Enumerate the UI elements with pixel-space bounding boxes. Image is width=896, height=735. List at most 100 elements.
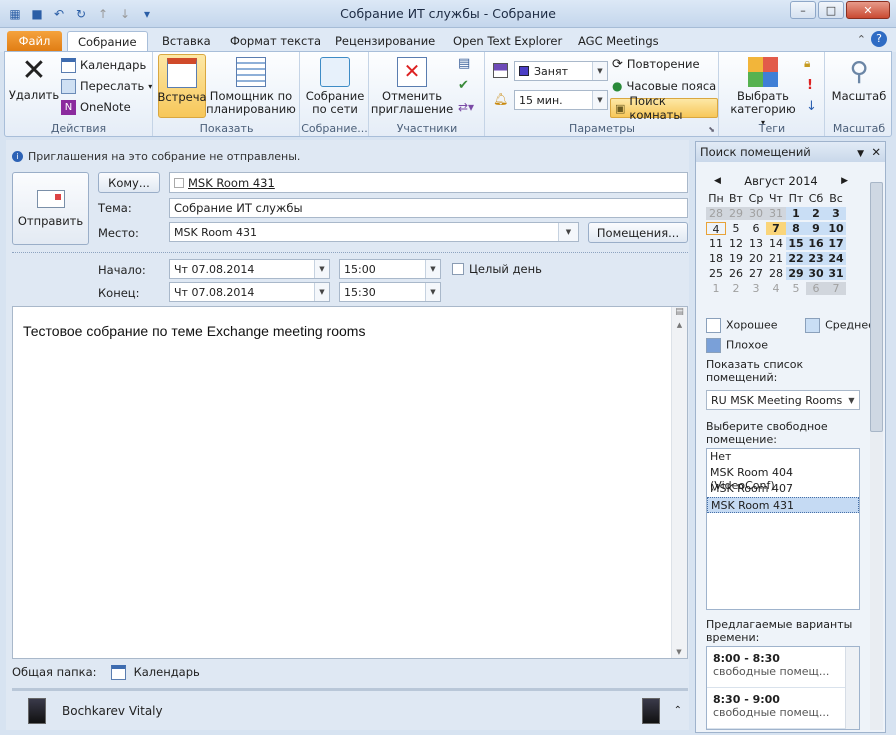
person-name[interactable]: Bochkarev Vitaly [62,704,163,718]
calendar-day[interactable]: 3 [746,282,766,295]
tab-format-text[interactable]: Формат текста [220,31,331,52]
calendar-day[interactable]: 2 [726,282,746,295]
calendar-day[interactable]: 7 [766,222,786,235]
calendar-day[interactable]: 7 [826,282,846,295]
start-time-select[interactable]: 15:00 ▼ [339,259,441,279]
collapse-people-icon[interactable]: ⌃ [674,705,682,716]
pane-menu-icon[interactable]: ▼ [857,149,864,159]
calendar-day[interactable]: 1 [786,207,806,220]
calendar-day[interactable]: 6 [806,282,826,295]
onenote-button[interactable]: N OneNote [61,97,131,117]
tab-insert[interactable]: Вставка [152,31,221,52]
calendar-day[interactable]: 31 [766,207,786,220]
time-zones-button[interactable]: ● Часовые пояса [612,76,716,96]
subject-field[interactable]: Собрание ИТ службы [169,198,688,218]
calendar-day[interactable]: 6 [746,222,766,235]
end-time-select[interactable]: 15:30 ▼ [339,282,441,302]
high-importance-icon[interactable]: ! [807,78,813,93]
time-slot[interactable]: 8:00 - 8:30 свободные помещ... [707,647,859,688]
calendar-day[interactable]: 23 [806,252,826,265]
calendar-day[interactable]: 1 [706,282,726,295]
tab-file[interactable]: Файл [7,31,62,52]
close-pane-icon[interactable]: ✕ [871,145,881,159]
location-field[interactable]: MSK Room 431 ▼ [169,222,579,242]
send-button[interactable]: Отправить [12,172,89,245]
ruler-toggle-icon[interactable]: ▤ [672,307,687,321]
reminder-select[interactable]: 15 мин. ▼ [514,90,608,110]
calendar-day[interactable]: 3 [826,207,846,220]
prev-month-icon[interactable]: ◀ [714,176,721,186]
calendar-day[interactable]: 26 [726,267,746,280]
zoom-button[interactable]: ⚲ Масштаб [830,57,888,103]
next-month-icon[interactable]: ▶ [841,176,848,186]
options-dialog-launcher-icon[interactable]: ⬊ [708,125,715,134]
calendar-day[interactable]: 31 [826,267,846,280]
cancel-invitation-button[interactable]: ✕ Отменить приглашение [371,57,453,116]
tab-open-text-explorer[interactable]: Open Text Explorer [443,31,572,52]
minimize-ribbon-icon[interactable]: ⌃ [857,33,866,46]
calendar-day[interactable]: 18 [706,252,726,265]
calendar-day[interactable]: 27 [746,267,766,280]
calendar-day[interactable]: 30 [746,207,766,220]
help-icon[interactable]: ? [871,31,887,47]
end-date-select[interactable]: Чт 07.08.2014 ▼ [169,282,330,302]
appointment-button[interactable]: Встреча [157,54,207,118]
calendar-day[interactable]: 25 [706,267,726,280]
room-list-select[interactable]: RU MSK Meeting Rooms ▼ [706,390,860,410]
check-names-icon[interactable]: ✔ [458,78,469,93]
calendar-button[interactable]: Календарь [61,55,146,75]
list-item[interactable]: Нет [707,449,859,465]
contact-avatar[interactable] [641,697,660,724]
minimize-button[interactable]: – [790,1,816,19]
scheduling-assistant-button[interactable]: Помощник по планированию [206,57,296,116]
calendar-day[interactable]: 15 [786,237,806,250]
list-item[interactable]: MSK Room 431 [707,497,859,513]
calendar-day[interactable]: 24 [826,252,846,265]
list-item[interactable]: MSK Room 407 [707,481,859,497]
calendar-day[interactable]: 21 [766,252,786,265]
calendar-day[interactable]: 4 [766,282,786,295]
calendar-day[interactable]: 22 [786,252,806,265]
low-importance-icon[interactable]: ↓ [806,99,817,114]
forward-button[interactable]: Переслать ▾ [61,76,152,96]
start-date-select[interactable]: Чт 07.08.2014 ▼ [169,259,330,279]
tab-meeting[interactable]: Собрание [67,31,148,52]
time-slot[interactable]: 8:30 - 9:00 свободные помещ... [707,688,859,729]
calendar-day[interactable]: 14 [766,237,786,250]
pane-scroll-thumb[interactable] [870,182,883,432]
to-button[interactable]: Кому... [98,172,160,193]
avatar[interactable] [28,697,46,724]
close-button[interactable]: ✕ [846,1,890,19]
recurrence-button[interactable]: ⟳ Повторение [612,54,700,74]
calendar-day[interactable]: 28 [766,267,786,280]
calendar-day[interactable]: 17 [826,237,846,250]
calendar-day[interactable]: 29 [726,207,746,220]
show-as-select[interactable]: Занят ▼ [514,61,608,81]
calendar-day[interactable]: 12 [726,237,746,250]
address-book-icon[interactable]: ▤ [458,56,470,71]
calendar-day[interactable]: 13 [746,237,766,250]
calendar-day[interactable]: 8 [786,222,806,235]
rooms-button[interactable]: Помещения... [588,222,688,243]
calendar-day[interactable]: 28 [706,207,726,220]
tab-agc-meetings[interactable]: AGC Meetings [568,31,669,52]
online-meeting-button[interactable]: Собрание по сети [303,57,367,116]
response-options-icon[interactable]: ⇄▾ [458,100,474,114]
delete-button[interactable]: ✕ Удалить [9,56,59,102]
all-day-checkbox[interactable]: Целый день [452,262,542,276]
calendar-day[interactable]: 5 [786,282,806,295]
calendar-day[interactable]: 30 [806,267,826,280]
room-finder-button[interactable]: ▣ Поиск комнаты [610,94,718,122]
list-item[interactable]: MSK Room 404 (VideoConf) [707,465,859,492]
private-lock-icon[interactable]: 🔒︎ [804,56,810,71]
categorize-button[interactable]: Выбрать категорию ▾ [728,57,798,129]
calendar-day[interactable]: 5 [726,222,746,235]
maximize-button[interactable]: □ [818,1,844,19]
message-body[interactable]: Тестовое собрание по теме Exchange meeti… [12,306,688,659]
calendar-day[interactable]: 11 [706,237,726,250]
calendar-day[interactable]: 9 [806,222,826,235]
calendar-day[interactable]: 2 [806,207,826,220]
calendar-day[interactable]: 29 [786,267,806,280]
calendar-day[interactable]: 4 [706,222,726,236]
pane-scrollbar[interactable] [870,182,883,730]
